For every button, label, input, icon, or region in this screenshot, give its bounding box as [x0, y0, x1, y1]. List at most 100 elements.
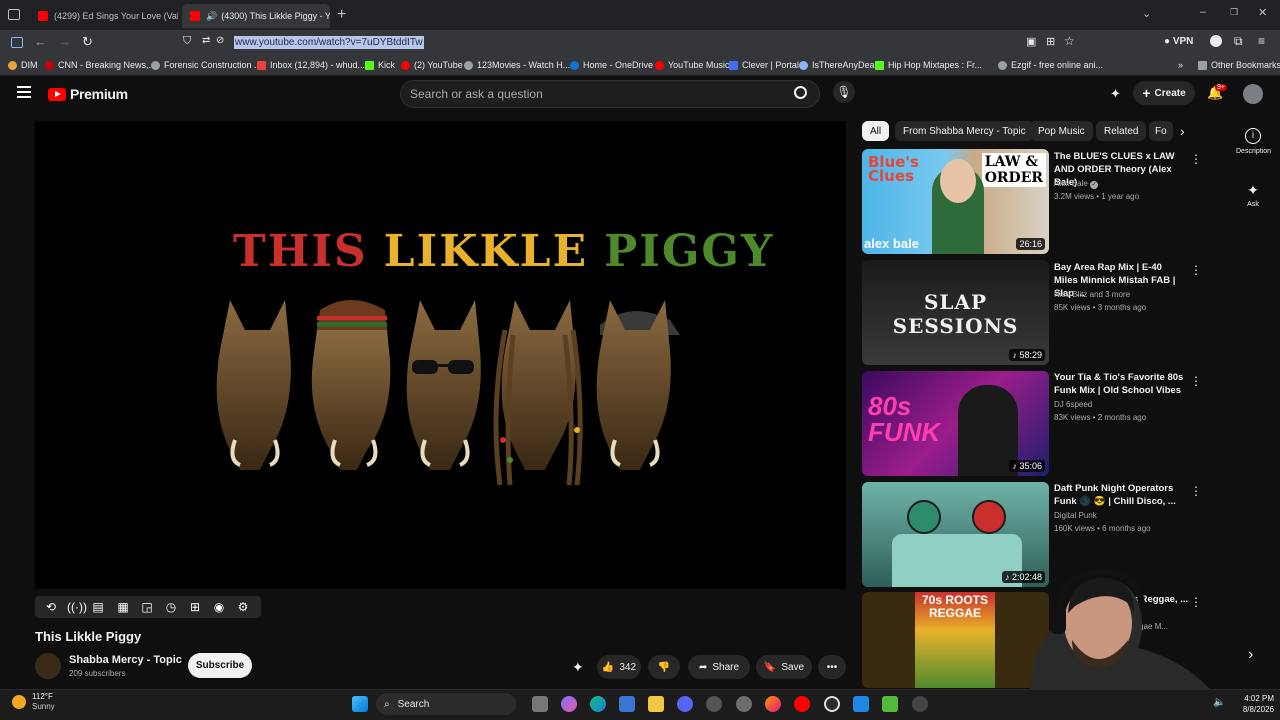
browser-active-icon[interactable] [912, 696, 928, 712]
bookmark-item[interactable]: Ezgif - free online ani... [998, 60, 1103, 70]
more-vert-icon[interactable]: ⋮ [1190, 263, 1202, 277]
more-actions-button[interactable]: ••• [818, 655, 846, 679]
bookmark-item[interactable]: YouTube Music [655, 60, 729, 70]
rec-title[interactable]: Daft Punk Night Operators Funk 🌑 😎 | Chi… [1054, 482, 1184, 508]
dislike-button[interactable]: 👎 [648, 655, 680, 679]
bookmark-item[interactable]: Kick [365, 60, 395, 70]
settings-gear-icon[interactable]: ⚙ [236, 600, 250, 614]
sparkle-icon[interactable]: ✦ [1110, 86, 1121, 102]
chip-from-channel[interactable]: From Shabba Mercy - Topic [895, 121, 1034, 141]
site-settings-icon[interactable]: ⇄ [202, 35, 210, 46]
back-icon[interactable]: ← [34, 34, 47, 49]
forward-icon[interactable]: → [58, 34, 71, 49]
speed-icon[interactable]: ◷ [164, 600, 178, 614]
avatar[interactable] [1243, 84, 1263, 104]
store-icon[interactable] [619, 696, 635, 712]
sidebar-icon[interactable] [11, 37, 23, 48]
bookmark-item[interactable]: Forensic Construction ... [151, 60, 262, 70]
youtube-logo[interactable]: Premium [48, 86, 128, 102]
weather-widget[interactable]: 112°F Sunny [12, 692, 55, 712]
profile-icon[interactable] [1210, 35, 1222, 47]
obs-icon[interactable] [824, 696, 840, 712]
file-explorer-icon[interactable] [648, 696, 664, 712]
miniplayer-icon[interactable]: ◲ [140, 600, 154, 614]
discord-icon[interactable] [677, 696, 693, 712]
more-vert-icon[interactable]: ⋮ [1190, 152, 1202, 166]
audio-icon[interactable]: ((·)) [67, 600, 87, 614]
screenshot-camera-icon[interactable]: ◉ [212, 600, 226, 614]
chip-pop-music[interactable]: Pop Music [1030, 121, 1093, 141]
chip-related[interactable]: Related [1096, 121, 1147, 141]
vpn-button[interactable]: ● VPN [1164, 36, 1193, 47]
address-bar[interactable]: www.youtube.com/watch?v=7uDYBtddITw [234, 36, 424, 49]
restore-icon[interactable]: ❐ [1230, 7, 1238, 18]
loop-icon[interactable]: ⟲ [44, 600, 58, 614]
tab-ed-sings[interactable]: (4299) Ed Sings Your Love (Vala… ✕ [30, 4, 178, 28]
reload-icon[interactable]: ↻ [82, 34, 93, 50]
bookmark-star-icon[interactable]: ☆ [1064, 34, 1075, 48]
bookmark-item[interactable]: Hip Hop Mixtapes : Fr... [875, 60, 982, 70]
new-tab-button[interactable]: + [337, 6, 346, 24]
create-button[interactable]: + Create [1133, 81, 1195, 105]
bookmark-item[interactable]: Home - OneDrive [570, 60, 653, 70]
clip-icon[interactable]: ▦ [116, 600, 130, 614]
menu-icon[interactable]: ≡ [1258, 34, 1265, 48]
minimize-icon[interactable]: – [1200, 6, 1206, 18]
volume-icon[interactable]: 🔈 [1213, 697, 1225, 708]
rec-channel[interactable]: Alex Bale ✓ [1054, 178, 1099, 189]
tab-likkle-piggy[interactable]: 🔊 (4300) This Likkle Piggy - Y… ✕ [182, 4, 330, 28]
bookmark-item[interactable]: IsThereAnyDeal [799, 60, 877, 70]
media-player-icon[interactable] [882, 696, 898, 712]
bookmark-item[interactable]: CNN - Breaking News,... [45, 60, 156, 70]
bookmark-item[interactable]: Inbox (12,894) - whud... [257, 60, 365, 70]
rec-channel[interactable]: Digital Punk [1054, 510, 1097, 521]
bookmark-item[interactable]: Clever | Portal [729, 60, 799, 70]
save-button[interactable]: 🔖 Save [756, 655, 812, 679]
clock[interactable]: 4:02 PM 8/8/2026 [1230, 693, 1274, 715]
search-icon[interactable] [794, 86, 807, 99]
scroll-next-icon[interactable]: › [1248, 646, 1253, 664]
app-icon[interactable] [706, 696, 722, 712]
rec-thumbnail[interactable]: SLAP SESSIONS ♪ 58:29 [862, 260, 1049, 365]
rec-channel[interactable]: DJ 6speed [1054, 399, 1092, 410]
windows-start-icon[interactable] [352, 696, 368, 712]
rec-title[interactable]: Your Tía & Tío's Favorite 80s Funk Mix |… [1054, 371, 1184, 397]
share-button[interactable]: ➦ Share [688, 655, 750, 679]
edge-icon[interactable] [590, 696, 606, 712]
task-view-icon[interactable] [532, 696, 548, 712]
sparkle-ask-icon[interactable]: ✦ [572, 659, 584, 676]
add-icon[interactable]: ⊞ [188, 600, 202, 614]
like-button[interactable]: 👍 342 [597, 655, 641, 679]
hamburger-menu-icon[interactable] [17, 86, 31, 98]
tab-search-icon[interactable]: ⌄ [1142, 7, 1151, 20]
extensions-icon[interactable]: ⧉ [1234, 34, 1243, 49]
more-vert-icon[interactable]: ⋮ [1190, 484, 1202, 498]
copilot-icon[interactable] [561, 696, 577, 712]
screenshot-icon[interactable]: ▣ [1026, 35, 1036, 48]
tab-actions-icon[interactable] [8, 9, 20, 20]
tracking-icon[interactable]: ⊘ [216, 35, 224, 46]
rec-thumbnail[interactable]: Blue's Clues LAW & ORDER alex bale 26:16 [862, 149, 1049, 254]
more-vert-icon[interactable]: ⋮ [1190, 374, 1202, 388]
channel-avatar[interactable] [35, 653, 61, 679]
bookmark-item[interactable]: DIM [8, 60, 38, 70]
firefox-icon[interactable] [765, 696, 781, 712]
bookmark-item[interactable]: 123Movies - Watch H... [464, 60, 570, 70]
youtube-app-icon[interactable] [794, 696, 810, 712]
rec-thumbnail[interactable]: 80s FUNK ♪ 35:06 [862, 371, 1049, 476]
subscribe-button[interactable]: Subscribe [188, 653, 252, 678]
photos-icon[interactable] [853, 696, 869, 712]
cast-icon[interactable]: ▤ [91, 600, 105, 614]
chip-all[interactable]: All [862, 121, 890, 141]
bookmarks-overflow-icon[interactable]: » [1178, 60, 1183, 70]
channel-name[interactable]: Shabba Mercy - Topic [69, 654, 182, 666]
bookmark-item[interactable]: (2) YouTube [401, 60, 463, 70]
ask-rail-button[interactable]: ✦ Ask [1236, 182, 1270, 208]
taskbar-search[interactable]: ⌕ Search [376, 693, 516, 715]
window-close-icon[interactable]: ✕ [1258, 6, 1267, 19]
chips-next-icon[interactable]: › [1180, 123, 1185, 139]
microphone-icon[interactable]: 🎙 [833, 81, 855, 103]
description-rail-button[interactable]: i Description [1236, 128, 1271, 155]
install-icon[interactable]: ⊞ [1046, 35, 1055, 48]
chip-overflow[interactable]: Fo [1149, 121, 1173, 141]
